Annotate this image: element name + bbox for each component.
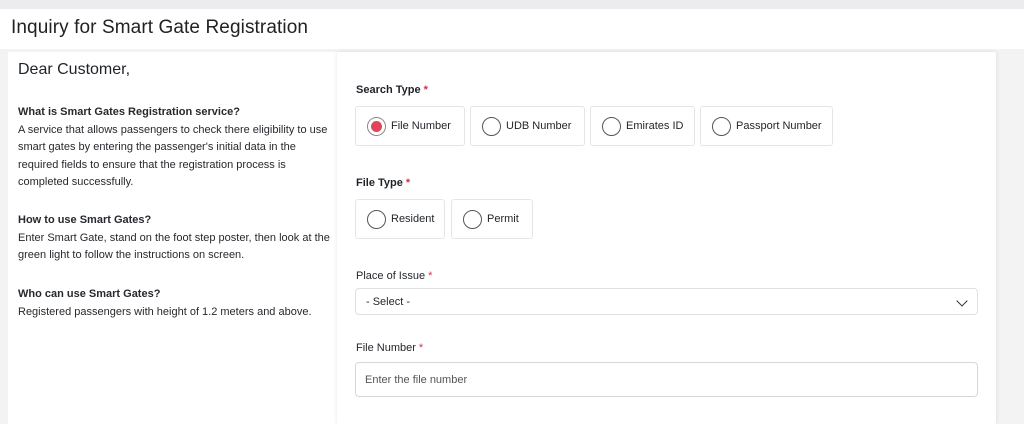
- radio-unchecked-icon: [602, 116, 621, 136]
- radio-unchecked-icon: [482, 116, 501, 136]
- radio-label: Emirates ID: [626, 120, 684, 132]
- radio-search-passport-number[interactable]: Passport Number: [700, 106, 833, 146]
- radio-label: UDB Number: [506, 120, 572, 132]
- file-type-label: File Type *: [356, 177, 411, 189]
- place-of-issue-value: - Select -: [366, 295, 411, 308]
- radio-unchecked-icon: [712, 116, 731, 136]
- file-number-input[interactable]: [355, 362, 978, 397]
- page-title: Inquiry for Smart Gate Registration: [11, 17, 309, 38]
- top-strip: [0, 0, 1024, 9]
- greeting: Dear Customer,: [18, 61, 131, 78]
- radio-label: File Number: [391, 120, 451, 132]
- info-answer: Enter Smart Gate, stand on the foot step…: [18, 231, 330, 262]
- info-section-how: How to use Smart Gates? Enter Smart Gate…: [18, 212, 336, 265]
- required-marker: *: [423, 84, 428, 96]
- page-header: Inquiry for Smart Gate Registration: [0, 9, 1024, 49]
- chevron-down-icon: [956, 295, 968, 307]
- radio-unchecked-icon: [367, 209, 386, 229]
- info-question: How to use Smart Gates?: [18, 214, 152, 226]
- place-of-issue-label: Place of Issue *: [356, 270, 433, 282]
- search-type-label: Search Type *: [356, 84, 428, 96]
- radio-label: Passport Number: [736, 120, 822, 132]
- radio-search-file-number[interactable]: File Number: [355, 106, 465, 146]
- info-section-what: What is Smart Gates Registration service…: [18, 104, 336, 192]
- info-answer: Registered passengers with height of 1.2…: [18, 305, 312, 318]
- radio-label: Permit: [487, 213, 519, 225]
- info-question: What is Smart Gates Registration service…: [18, 106, 240, 118]
- required-marker: *: [418, 342, 424, 354]
- required-marker: *: [405, 177, 411, 189]
- radio-file-type-permit[interactable]: Permit: [451, 199, 533, 239]
- info-section-who: Who can use Smart Gates? Registered pass…: [18, 286, 336, 321]
- required-marker: *: [428, 270, 433, 282]
- info-answer: A service that allows passengers to chec…: [18, 123, 328, 189]
- file-number-label: File Number *: [356, 342, 424, 354]
- info-panel: Dear Customer, What is Smart Gates Regis…: [8, 52, 338, 424]
- radio-file-type-resident[interactable]: Resident: [355, 199, 445, 239]
- info-question: Who can use Smart Gates?: [18, 288, 161, 300]
- place-of-issue-select[interactable]: - Select -: [355, 288, 978, 315]
- radio-search-emirates-id[interactable]: Emirates ID: [590, 106, 695, 146]
- radio-search-udb-number[interactable]: UDB Number: [470, 106, 585, 146]
- radio-label: Resident: [391, 213, 435, 225]
- radio-checked-icon: [367, 116, 386, 136]
- radio-unchecked-icon: [463, 209, 482, 229]
- form-panel: Search Type * File Number UDB Number Emir…: [337, 52, 996, 424]
